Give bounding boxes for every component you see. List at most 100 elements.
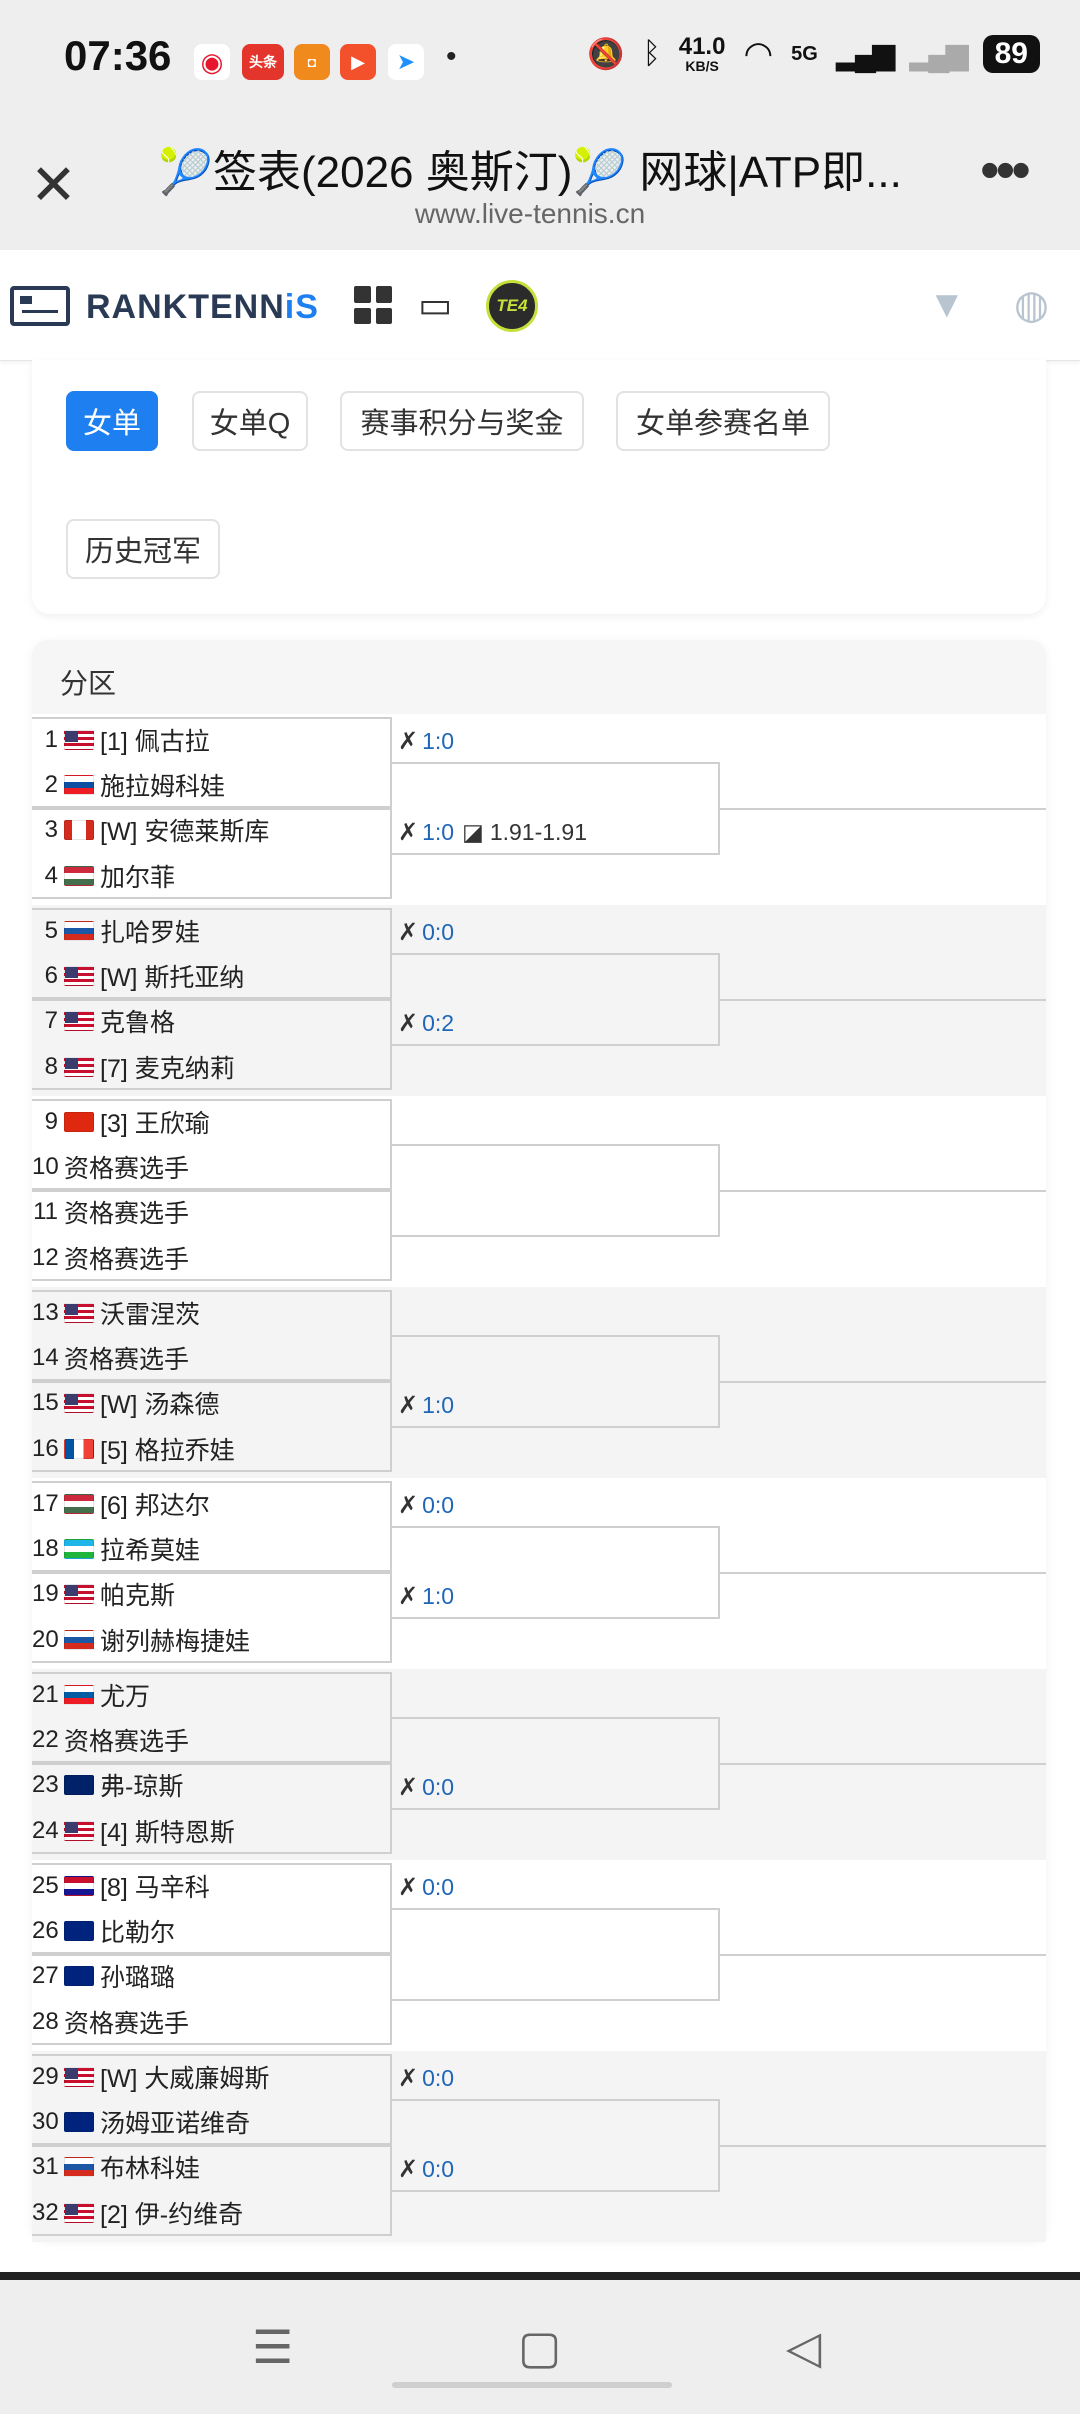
- player-row[interactable]: 14 资格赛选手: [32, 1335, 189, 1380]
- player-row[interactable]: 18 拉希莫娃: [32, 1526, 200, 1571]
- player-name[interactable]: [8] 马辛科: [100, 1868, 210, 1904]
- player-name[interactable]: [4] 斯特恩斯: [100, 1813, 235, 1849]
- match-score[interactable]: ✗ 0:2: [398, 1008, 454, 1038]
- menu-icon[interactable]: ☰: [252, 2320, 293, 2374]
- player-row[interactable]: 21 尤万: [32, 1672, 150, 1717]
- player-name[interactable]: [7] 麦克纳莉: [100, 1049, 235, 1085]
- player-row[interactable]: 31 布林科娃: [32, 2145, 200, 2190]
- player-row[interactable]: 13 沃雷涅茨: [32, 1290, 200, 1335]
- player-row[interactable]: 32 [2] 伊-约维奇: [32, 2190, 243, 2235]
- tab-entry-list[interactable]: 女单参赛名单: [616, 391, 830, 451]
- player-row[interactable]: 15 [W] 汤森德: [32, 1381, 219, 1426]
- h2h-icon[interactable]: ✗: [398, 1009, 418, 1038]
- player-row[interactable]: 25 [8] 马辛科: [32, 1863, 210, 1908]
- player-row[interactable]: 12 资格赛选手: [32, 1235, 189, 1280]
- player-name[interactable]: 拉希莫娃: [100, 1531, 200, 1567]
- match-score[interactable]: ✗ 1:0: [398, 1581, 454, 1611]
- player-name[interactable]: [3] 王欣瑜: [100, 1104, 210, 1140]
- player-name[interactable]: [W] 大威廉姆斯: [100, 2059, 269, 2095]
- player-row[interactable]: 19 帕克斯: [32, 1572, 175, 1617]
- player-name[interactable]: 资格赛选手: [64, 2004, 189, 2040]
- player-name[interactable]: 资格赛选手: [64, 1722, 189, 1758]
- home-icon[interactable]: ▢: [518, 2320, 561, 2374]
- video-camera-icon[interactable]: ▭: [418, 284, 452, 326]
- player-name[interactable]: 施拉姆科娃: [100, 767, 225, 803]
- player-name[interactable]: 克鲁格: [100, 1003, 175, 1039]
- score-text[interactable]: 0:0: [422, 919, 454, 946]
- player-name[interactable]: 沃雷涅茨: [100, 1295, 200, 1331]
- player-name[interactable]: [5] 格拉乔娃: [100, 1431, 235, 1467]
- player-name[interactable]: [1] 佩古拉: [100, 722, 210, 758]
- player-name[interactable]: [2] 伊-约维奇: [100, 2195, 243, 2231]
- player-name[interactable]: 汤姆亚诺维奇: [100, 2104, 250, 2140]
- player-row[interactable]: 7 克鲁格: [32, 999, 175, 1044]
- globe-icon[interactable]: ◍: [1014, 282, 1049, 328]
- player-name[interactable]: 资格赛选手: [64, 1240, 189, 1276]
- ranktennis-logo-icon[interactable]: [10, 286, 70, 326]
- chart-icon[interactable]: ◪: [462, 819, 484, 846]
- player-name[interactable]: 谢列赫梅捷娃: [100, 1622, 250, 1658]
- player-name[interactable]: [W] 安德莱斯库: [100, 812, 269, 848]
- player-row[interactable]: 3 [W] 安德莱斯库: [32, 808, 270, 853]
- second-round-match[interactable]: [392, 1144, 720, 1237]
- match-score[interactable]: ✗ 0:0: [398, 2063, 454, 2093]
- close-icon[interactable]: ✕: [30, 155, 77, 215]
- more-options-button[interactable]: •••: [980, 142, 1031, 198]
- tab-past-champions[interactable]: 历史冠军: [66, 519, 220, 579]
- player-name[interactable]: 扎哈罗娃: [100, 913, 200, 949]
- match-score[interactable]: ✗ 0:0: [398, 1772, 454, 1802]
- player-row[interactable]: 20 谢列赫梅捷娃: [32, 1617, 250, 1662]
- score-text[interactable]: 1:0: [422, 1392, 454, 1419]
- player-row[interactable]: 4 加尔菲: [32, 853, 175, 898]
- ranktennis-logo[interactable]: RANKTENNiS: [86, 288, 319, 327]
- player-row[interactable]: 16 [5] 格拉乔娃: [32, 1426, 235, 1471]
- match-score[interactable]: ✗ 1:0 ◪ 1.91-1.91: [398, 817, 587, 847]
- match-score[interactable]: ✗ 1:0: [398, 726, 454, 756]
- match-score[interactable]: ✗ 1:0: [398, 1390, 454, 1420]
- player-row[interactable]: 9 [3] 王欣瑜: [32, 1099, 210, 1144]
- score-text[interactable]: 0:0: [422, 1492, 454, 1519]
- player-row[interactable]: 5 扎哈罗娃: [32, 908, 200, 953]
- score-text[interactable]: 1:0: [422, 728, 454, 755]
- h2h-icon[interactable]: ✗: [398, 918, 418, 947]
- match-score[interactable]: ✗ 0:0: [398, 1872, 454, 1902]
- player-name[interactable]: 加尔菲: [100, 858, 175, 894]
- score-text[interactable]: 1:0: [422, 1583, 454, 1610]
- score-text[interactable]: 0:0: [422, 1874, 454, 1901]
- player-row[interactable]: 26 比勒尔: [32, 1908, 175, 1953]
- match-score[interactable]: ✗ 0:0: [398, 2154, 454, 2184]
- player-row[interactable]: 24 [4] 斯特恩斯: [32, 1808, 235, 1853]
- player-name[interactable]: 资格赛选手: [64, 1340, 189, 1376]
- player-row[interactable]: 28 资格赛选手: [32, 1999, 189, 2044]
- h2h-icon[interactable]: ✗: [398, 1391, 418, 1420]
- player-row[interactable]: 1 [1] 佩古拉: [32, 717, 210, 762]
- player-name[interactable]: 弗-琼斯: [100, 1767, 183, 1803]
- player-name[interactable]: 孙璐璐: [100, 1958, 175, 1994]
- h2h-icon[interactable]: ✗: [398, 2155, 418, 2184]
- player-row[interactable]: 29 [W] 大威廉姆斯: [32, 2054, 269, 2099]
- player-row[interactable]: 10 资格赛选手: [32, 1144, 189, 1189]
- player-name[interactable]: [W] 汤森德: [100, 1385, 219, 1421]
- player-row[interactable]: 17 [6] 邦达尔: [32, 1481, 210, 1526]
- player-row[interactable]: 2 施拉姆科娃: [32, 762, 225, 807]
- tab-womens-singles-q[interactable]: 女单Q: [192, 391, 308, 451]
- player-row[interactable]: 27 孙璐璐: [32, 1954, 175, 1999]
- back-icon[interactable]: ◁: [786, 2320, 821, 2374]
- second-round-match[interactable]: [392, 1908, 720, 2001]
- player-row[interactable]: 23 弗-琼斯: [32, 1763, 183, 1808]
- player-name[interactable]: [W] 斯托亚纳: [100, 958, 244, 994]
- h2h-icon[interactable]: ✗: [398, 2064, 418, 2093]
- player-name[interactable]: 比勒尔: [100, 1913, 175, 1949]
- score-text[interactable]: 0:0: [422, 2156, 454, 2183]
- player-row[interactable]: 11 资格赛选手: [32, 1190, 189, 1235]
- player-name[interactable]: 资格赛选手: [64, 1194, 189, 1230]
- match-score[interactable]: ✗ 0:0: [398, 917, 454, 947]
- score-text[interactable]: 0:0: [422, 1774, 454, 1801]
- player-row[interactable]: 8 [7] 麦克纳莉: [32, 1044, 235, 1089]
- h2h-icon[interactable]: ✗: [398, 727, 418, 756]
- h2h-icon[interactable]: ✗: [398, 818, 418, 847]
- tab-womens-singles[interactable]: 女单: [66, 391, 158, 451]
- shirt-icon[interactable]: ▼: [928, 284, 966, 327]
- player-name[interactable]: 帕克斯: [100, 1576, 175, 1612]
- grid-menu-icon[interactable]: [354, 286, 392, 324]
